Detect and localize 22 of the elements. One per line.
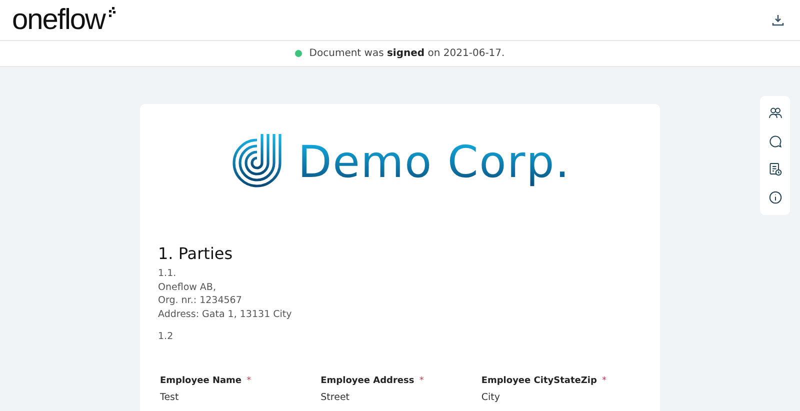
required-asterisk: * xyxy=(602,376,607,386)
paragraph-line: 1.1. xyxy=(158,267,178,280)
paragraph-line: Oneflow AB, xyxy=(158,280,217,294)
field-value: City xyxy=(481,392,501,402)
field-label: Employee Address xyxy=(320,376,414,386)
download-icon[interactable] xyxy=(772,14,784,26)
status-message: Document was signed on 2021-06-17. xyxy=(309,48,505,59)
participants-icon[interactable] xyxy=(768,106,782,121)
required-asterisk: * xyxy=(246,376,252,386)
required-asterisk: * xyxy=(419,376,424,386)
field-value: Street xyxy=(320,392,351,402)
field-label: Employee Name xyxy=(160,376,242,386)
oneflow-logo: oneflow xyxy=(12,4,105,36)
paragraph-line: 1.2 xyxy=(158,330,174,344)
document-clock-icon[interactable] xyxy=(768,162,782,177)
comment-icon[interactable] xyxy=(768,134,782,149)
field-label: Employee CityStateZip xyxy=(481,376,597,386)
field-value: Test xyxy=(160,392,180,402)
section-title: 1. Parties xyxy=(158,244,234,263)
info-icon[interactable] xyxy=(768,190,782,205)
paragraph-line: Org. nr.: 1234567 xyxy=(158,294,243,308)
paragraph-line: Address: Gata 1, 13131 City xyxy=(158,308,293,321)
